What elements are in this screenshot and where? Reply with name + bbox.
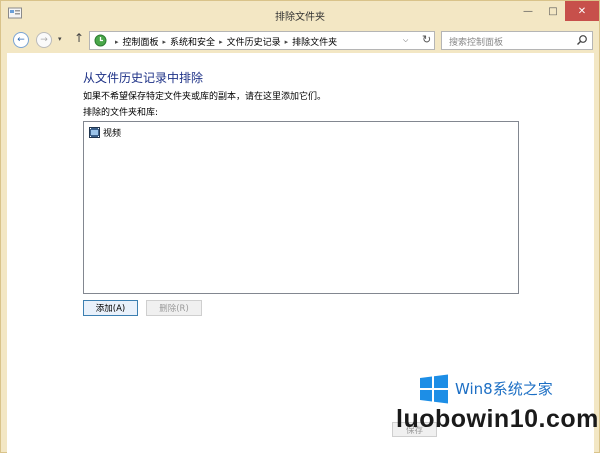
minimize-button[interactable]: — [516,1,540,21]
title-bar[interactable]: 排除文件夹 — □ ✕ [1,1,599,28]
remove-button[interactable]: 删除(R) [146,300,202,316]
excluded-list-label: 排除的文件夹和库: [83,108,159,118]
search-icon[interactable] [576,34,588,46]
breadcrumb-item-exclude-folders[interactable]: 排除文件夹 [292,35,337,48]
breadcrumb-item-file-history[interactable]: 文件历史记录 [227,35,281,48]
breadcrumb-separator[interactable]: ▸ [219,38,223,46]
recent-locations-dropdown[interactable]: ▾ [58,35,62,43]
breadcrumb-separator: ▸ [115,37,119,46]
breadcrumb-item-system-security[interactable]: 系统和安全 [170,35,215,48]
video-library-icon [89,127,100,138]
page-title: 从文件历史记录中排除 [83,71,204,85]
breadcrumb-item-control-panel[interactable]: 控制面板 [123,35,159,48]
windows-logo-icon [420,374,448,404]
breadcrumb-separator[interactable]: ▸ [285,38,289,46]
navigation-bar: ← → ▾ ↑ ▸ 控制面板 ▸ 系统和安全 ▸ 文件历史记录 ▸ 排除文件夹 … [7,28,594,52]
list-item-label: 视频 [103,129,122,139]
up-button[interactable]: ↑ [74,31,84,45]
excluded-folders-list[interactable]: 视频 [83,121,519,294]
window: 排除文件夹 — □ ✕ ← → ▾ ↑ ▸ 控制面板 ▸ 系统和安全 ▸ 文件历… [0,0,600,453]
close-button[interactable]: ✕ [565,1,599,21]
watermark-brand: Win8系统之家 [455,380,553,398]
breadcrumb-separator[interactable]: ▸ [163,38,167,46]
list-item[interactable]: 视频 [89,126,121,139]
search-placeholder: 搜索控制面板 [449,38,504,48]
add-button[interactable]: 添加(A) [83,300,138,316]
address-bar[interactable]: ▸ 控制面板 ▸ 系统和安全 ▸ 文件历史记录 ▸ 排除文件夹 ⌵ ↻ [89,31,435,50]
forward-button[interactable]: → [36,32,52,48]
refresh-button[interactable]: ↻ [422,33,431,46]
control-panel-icon [94,34,107,47]
search-input[interactable]: 搜索控制面板 [441,31,593,50]
window-title: 排除文件夹 [275,12,325,23]
maximize-button[interactable]: □ [541,1,565,21]
breadcrumb: ▸ 控制面板 ▸ 系统和安全 ▸ 文件历史记录 ▸ 排除文件夹 [111,35,337,49]
watermark-domain: luobowin10.com [396,405,599,433]
address-dropdown-button[interactable]: ⌵ [403,36,408,45]
back-button[interactable]: ← [13,32,29,48]
page-description: 如果不希望保存特定文件夹或库的副本，请在这里添加它们。 [83,92,327,102]
